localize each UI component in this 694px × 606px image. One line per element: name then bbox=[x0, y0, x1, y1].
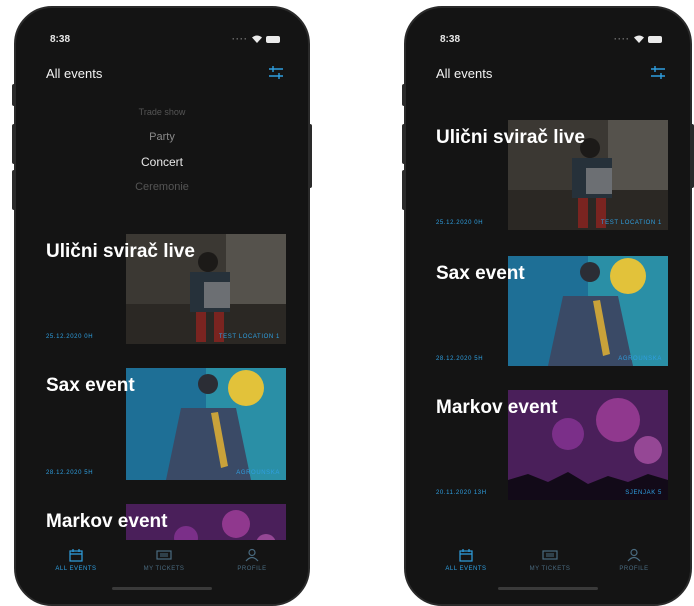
battery-icon bbox=[266, 35, 280, 43]
tab-label: ALL EVENTS bbox=[445, 566, 487, 572]
status-bar: 8:38 ···· bbox=[50, 34, 280, 50]
event-location: AGROUNSKA bbox=[236, 470, 280, 476]
ticket-icon bbox=[542, 550, 558, 560]
wifi-icon bbox=[634, 35, 644, 43]
side-button bbox=[308, 124, 312, 188]
tab-label: ALL EVENTS bbox=[55, 566, 97, 572]
side-button bbox=[402, 170, 406, 210]
picker-item-selected[interactable]: Concert bbox=[16, 150, 308, 175]
page-header: All events bbox=[46, 64, 284, 84]
event-date: 28.12.2020 5H bbox=[46, 470, 94, 476]
tab-label: PROFILE bbox=[237, 566, 267, 572]
tab-bar: ALL EVENTS MY TICKETS PROFILE bbox=[16, 540, 308, 604]
picker-item[interactable]: Party bbox=[16, 125, 308, 150]
calendar-icon bbox=[459, 549, 473, 562]
tab-profile[interactable]: PROFILE bbox=[212, 548, 292, 572]
calendar-icon bbox=[69, 549, 83, 562]
side-button bbox=[12, 170, 16, 210]
status-time: 8:38 bbox=[50, 34, 71, 45]
side-button bbox=[402, 124, 406, 164]
signal-icon: ···· bbox=[232, 34, 248, 44]
event-date: 28.12.2020 5H bbox=[436, 356, 484, 362]
side-button bbox=[690, 124, 694, 188]
status-bar: 8:38 ···· bbox=[440, 34, 662, 50]
event-title: Sax event bbox=[46, 375, 135, 396]
event-card[interactable]: Markov event 20.11.2020 13H SJENJAK 5 bbox=[436, 390, 668, 500]
event-date: 20.11.2020 13H bbox=[436, 490, 487, 496]
tab-profile[interactable]: PROFILE bbox=[594, 548, 674, 572]
profile-icon bbox=[245, 548, 259, 562]
home-indicator bbox=[498, 587, 598, 590]
event-title: Ulični svirač live bbox=[46, 241, 195, 262]
tab-my-tickets[interactable]: MY TICKETS bbox=[124, 548, 204, 572]
event-title: Sax event bbox=[436, 263, 525, 284]
tab-all-events[interactable]: ALL EVENTS bbox=[426, 548, 506, 572]
profile-icon bbox=[627, 548, 641, 562]
event-title: Markov event bbox=[436, 397, 558, 418]
tab-label: PROFILE bbox=[619, 566, 649, 572]
page-header: All events bbox=[436, 64, 666, 84]
status-time: 8:38 bbox=[440, 34, 461, 45]
picker-item[interactable]: Ceremonie bbox=[16, 175, 308, 200]
tab-my-tickets[interactable]: MY TICKETS bbox=[510, 548, 590, 572]
filter-icon[interactable] bbox=[650, 64, 666, 82]
side-button bbox=[12, 124, 16, 164]
page-title: All events bbox=[46, 66, 103, 81]
tab-bar: ALL EVENTS MY TICKETS PROFILE bbox=[406, 540, 690, 604]
event-card[interactable]: Ulični svirač live 25.12.2020 0H TEST LO… bbox=[436, 120, 668, 230]
tab-label: MY TICKETS bbox=[529, 566, 571, 572]
tab-all-events[interactable]: ALL EVENTS bbox=[36, 548, 116, 572]
filter-icon[interactable] bbox=[268, 64, 284, 82]
side-button bbox=[12, 84, 16, 106]
home-indicator bbox=[112, 587, 212, 590]
category-picker[interactable]: Trade show Party Concert Ceremonie bbox=[16, 100, 308, 200]
page-title: All events bbox=[436, 66, 493, 81]
event-location: TEST LOCATION 1 bbox=[600, 220, 662, 226]
tab-label: MY TICKETS bbox=[143, 566, 185, 572]
event-location: SJENJAK 5 bbox=[625, 490, 662, 496]
event-date: 25.12.2020 0H bbox=[436, 220, 484, 226]
signal-icon: ···· bbox=[614, 34, 630, 44]
ticket-icon bbox=[156, 550, 172, 560]
event-card[interactable]: Sax event 28.12.2020 5H AGROUNSKA bbox=[46, 368, 286, 480]
event-location: TEST LOCATION 1 bbox=[218, 334, 280, 340]
battery-icon bbox=[648, 35, 662, 43]
phone-screen-right: 8:38 ···· All events Ulični svirač live … bbox=[404, 6, 692, 606]
event-title: Markov event bbox=[46, 511, 168, 532]
event-card[interactable]: Sax event 28.12.2020 5H AGROUNSKA bbox=[436, 256, 668, 366]
phone-screen-left: 8:38 ···· All events Trade show Party Co… bbox=[14, 6, 310, 606]
side-button bbox=[402, 84, 406, 106]
picker-item[interactable]: Trade show bbox=[16, 100, 308, 125]
wifi-icon bbox=[252, 35, 262, 43]
event-date: 25.12.2020 0H bbox=[46, 334, 94, 340]
event-card[interactable]: Ulični svirač live 25.12.2020 0H TEST LO… bbox=[46, 234, 286, 344]
event-location: AGROUNSKA bbox=[618, 356, 662, 362]
event-title: Ulični svirač live bbox=[436, 127, 585, 148]
